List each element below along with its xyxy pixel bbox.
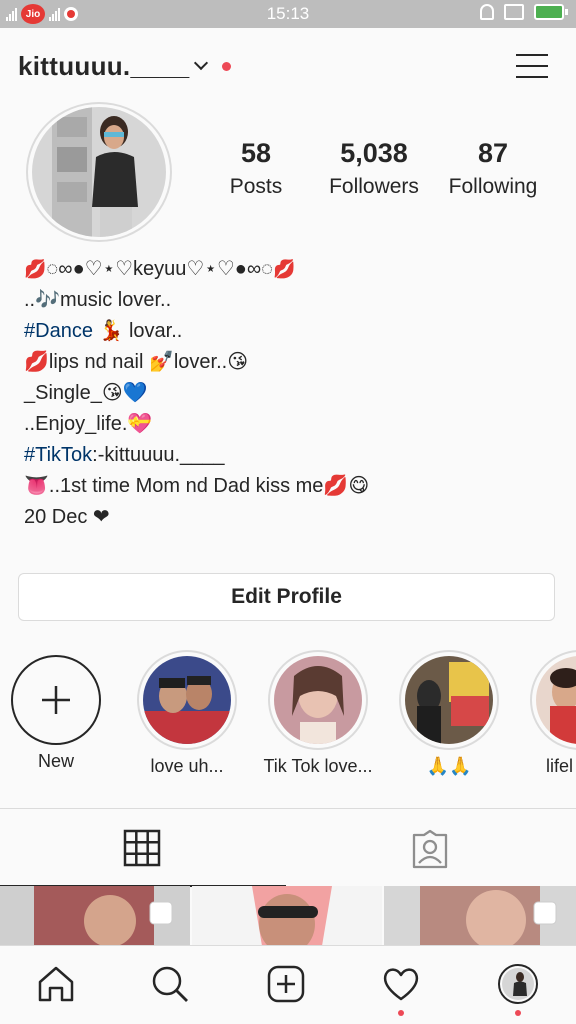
highlight-ring (530, 650, 576, 750)
status-right (480, 4, 568, 20)
highlight-new[interactable]: New (0, 650, 116, 772)
grid-icon[interactable] (123, 829, 161, 867)
highlight-item[interactable]: lifel (520, 650, 576, 777)
bio-line: 👅..1st time Mom nd Dad kiss me💋😋 (24, 475, 370, 497)
highlight-label: New (37, 751, 74, 771)
menu-icon[interactable] (516, 52, 548, 80)
home-icon[interactable] (34, 962, 78, 1006)
chevron-down-icon[interactable] (193, 55, 209, 71)
posts-count: 58 (240, 138, 272, 168)
profile-avatar (498, 964, 538, 1004)
profile-avatar-ring[interactable] (26, 102, 172, 242)
following-label: Following (448, 175, 538, 198)
profile-notification-dot (515, 1010, 521, 1016)
bottom-navigation (0, 945, 576, 1024)
highlight-ring (399, 650, 499, 750)
bio-line: #TikTok:-kittuuuu.____ (24, 440, 564, 471)
bio-text: 💃 lovar.. (92, 320, 183, 342)
highlight-item[interactable]: love uh... (127, 650, 247, 777)
bio-line: ..Enjoy_life.💝 (24, 413, 153, 435)
highlight-label: love uh... (150, 756, 224, 776)
post-grid (0, 886, 576, 946)
highlight-item[interactable]: Tik Tok love... (258, 650, 378, 777)
highlight-label: Tik Tok love... (263, 756, 373, 776)
activity-notification-dot (398, 1010, 404, 1016)
bio-line: 💋lips nd nail 💅lover..😘 (24, 351, 249, 373)
highlight-cover (143, 656, 231, 744)
bio-text: :-kittuuuu.____ (92, 444, 225, 466)
bio-line: 💋◌∞●♡⋆♡keyuu♡⋆♡●∞◌💋 (24, 254, 564, 285)
highlight-cover (405, 656, 493, 744)
stat-following[interactable]: 87 Following (440, 138, 546, 199)
heart-icon[interactable] (379, 962, 423, 1016)
posts-label: Posts (229, 175, 283, 198)
followers-count: 5,038 (340, 138, 408, 168)
highlight-item[interactable]: 🙏🙏 (389, 650, 509, 777)
bio-line: ..🎶music lover.. (24, 289, 172, 311)
profile-tabs (0, 808, 576, 887)
highlight-label: 🙏🙏 (426, 756, 472, 776)
status-bar: Jio 15:13 (0, 0, 576, 28)
search-icon[interactable] (148, 962, 192, 1006)
following-count: 87 (477, 138, 509, 168)
highlight-cover (536, 656, 576, 744)
post-thumbnail[interactable] (192, 886, 382, 946)
post-thumbnail[interactable] (384, 886, 576, 946)
tagged-icon[interactable] (410, 829, 450, 869)
post-thumbnail[interactable] (0, 886, 190, 946)
add-post-icon[interactable] (264, 962, 308, 1006)
battery-icon (534, 4, 568, 20)
plus-icon (11, 655, 101, 745)
notification-dot (222, 62, 231, 71)
profile-avatar (32, 107, 166, 237)
lips-icon: 💋 (273, 259, 296, 279)
stat-posts[interactable]: 58 Posts (216, 138, 296, 199)
hashtag-dance[interactable]: #Dance (24, 320, 93, 342)
story-highlights: New love uh... Tik Tok love... 🙏🙏 lifel (0, 650, 576, 790)
bio-line: _Single_😘💙 (24, 382, 148, 404)
username[interactable]: kittuuuu.____ (18, 51, 190, 82)
highlight-ring (268, 650, 368, 750)
sim-icon (504, 4, 524, 20)
bio-line: 20 Dec ❤ (24, 506, 110, 528)
bio-line: #Dance 💃 lovar.. (24, 316, 564, 347)
highlight-ring (137, 650, 237, 750)
notification-bell-icon (480, 4, 494, 20)
highlight-label: lifel (546, 756, 574, 776)
lips-icon: 💋 (24, 259, 47, 279)
profile-tab[interactable] (496, 962, 540, 1016)
hashtag-tiktok[interactable]: #TikTok (24, 444, 92, 466)
highlight-cover (274, 656, 362, 744)
profile-bio: 💋◌∞●♡⋆♡keyuu♡⋆♡●∞◌💋 ..🎶music lover.. #Da… (24, 254, 564, 533)
bio-name: ◌∞●♡⋆♡keyuu♡⋆♡●∞◌ (46, 258, 273, 280)
profile-header: kittuuuu.____ (0, 28, 576, 106)
followers-label: Followers (329, 175, 419, 198)
stat-followers[interactable]: 5,038 Followers (318, 138, 430, 199)
edit-profile-button[interactable]: Edit Profile (18, 573, 555, 621)
